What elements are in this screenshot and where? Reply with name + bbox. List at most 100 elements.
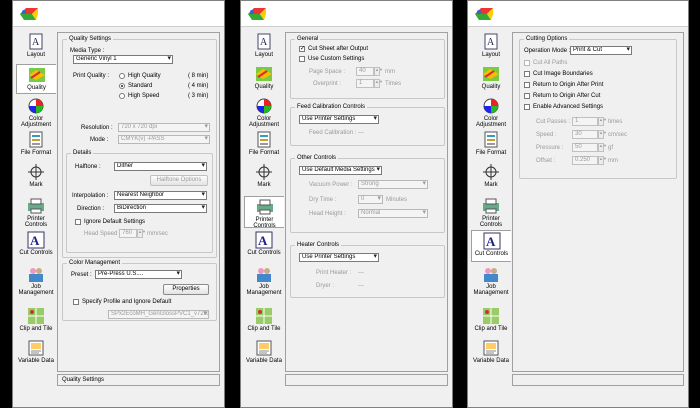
- halftone-options-button[interactable]: Halftone Options: [150, 175, 208, 186]
- color-adjustment-icon: [28, 98, 44, 114]
- pressure-spinner[interactable]: ▲▼: [598, 143, 607, 152]
- media-type-dropdown[interactable]: Generic Vinyl 1: [73, 55, 173, 64]
- dryer-label: Dryer :: [316, 283, 334, 289]
- sidebar-item-cut-controls[interactable]: A Cut Controls: [16, 230, 56, 260]
- sidebar-item-printer-controls[interactable]: Printer Controls: [244, 196, 284, 229]
- sidebar-item-job-management[interactable]: Job Management: [244, 264, 284, 296]
- head-speed-input[interactable]: 760: [119, 229, 137, 238]
- sidebar-label: File Format: [20, 150, 52, 156]
- sidebar-item-mark[interactable]: Mark: [471, 162, 511, 192]
- sidebar-item-layout[interactable]: A Layout: [471, 32, 511, 62]
- sidebar-item-job-management[interactable]: Job Management: [16, 264, 56, 296]
- checkbox-label: Enable Advanced Settings: [533, 104, 604, 110]
- cut-all-paths-checkbox[interactable]: [524, 60, 530, 66]
- head-speed-spinner[interactable]: ▲▼: [137, 229, 146, 238]
- interpolation-dropdown[interactable]: Nearest Neighbor: [114, 191, 207, 200]
- sidebar-item-color-adjustment[interactable]: Color Adjustment: [16, 96, 56, 128]
- overprint-input[interactable]: 1: [356, 79, 374, 88]
- enable-advanced-checkbox[interactable]: [524, 104, 530, 110]
- high-speed-radio[interactable]: [119, 93, 125, 99]
- mode-dropdown[interactable]: CMYK(v) -PASS: [118, 135, 210, 144]
- sidebar-item-variable-data[interactable]: Variable Data: [244, 338, 284, 368]
- printer-controls-icon: [256, 199, 273, 215]
- use-custom-checkbox[interactable]: [299, 56, 305, 62]
- offset-spinner[interactable]: ▲▼: [598, 156, 607, 165]
- checkbox-label: Specify Profile and Ignore Default: [82, 299, 172, 305]
- vacuum-power-label: Vacuum Power :: [309, 182, 353, 188]
- ignore-defaults-checkbox[interactable]: [75, 219, 81, 225]
- speed-input[interactable]: 30: [572, 130, 598, 139]
- heater-controls-dropdown[interactable]: Use Printer Settings: [299, 253, 379, 262]
- sidebar-item-cut-controls[interactable]: A Cut Controls: [244, 230, 284, 260]
- sidebar-item-variable-data[interactable]: Variable Data: [16, 338, 56, 368]
- sidebar-label: Quality: [481, 84, 501, 90]
- feed-calibration-dropdown[interactable]: Use Printer Settings: [299, 115, 379, 124]
- color-adjustment-icon: [256, 98, 272, 114]
- sidebar-item-file-format[interactable]: File Format: [244, 130, 284, 160]
- other-controls-dropdown[interactable]: Use Default Media Settings: [299, 166, 382, 175]
- resolution-dropdown[interactable]: 720 x 720 dpi: [118, 123, 210, 132]
- sidebar-item-layout[interactable]: A Layout: [244, 32, 284, 62]
- sidebar-item-quality[interactable]: Quality: [471, 64, 511, 94]
- overprint-spinner[interactable]: ▲▼: [374, 79, 383, 88]
- sidebar-item-clip-and-tile[interactable]: Clip and Tile: [16, 306, 56, 336]
- properties-button[interactable]: Properties: [163, 284, 209, 295]
- other-controls-group: Other Controls Use Default Media Setting…: [290, 154, 445, 233]
- sidebar-item-layout[interactable]: A Layout: [16, 32, 56, 62]
- sidebar-label: Variable Data: [473, 358, 509, 364]
- app-logo-icon: [475, 8, 493, 20]
- high-quality-radio[interactable]: [119, 73, 125, 79]
- vacuum-power-dropdown[interactable]: Strong: [358, 180, 428, 189]
- return-after-print-checkbox[interactable]: [524, 82, 530, 88]
- direction-dropdown[interactable]: BiDirection: [114, 204, 207, 213]
- pressure-input[interactable]: 50: [572, 143, 598, 152]
- dry-time-dropdown[interactable]: 0: [358, 195, 383, 204]
- standard-radio[interactable]: [119, 83, 125, 89]
- print-heater-label: Print Heater :: [316, 270, 352, 276]
- return-after-cut-checkbox[interactable]: [524, 93, 530, 99]
- sidebar-item-quality[interactable]: Quality: [16, 64, 56, 94]
- profile-dropdown[interactable]: SPx2EcoMH_GenGlossPVC1_v720x720.icc: [108, 310, 209, 319]
- page-space-spinner[interactable]: ▲▼: [374, 67, 383, 76]
- sidebar-item-printer-controls[interactable]: Printer Controls: [16, 196, 56, 228]
- speed-spinner[interactable]: ▲▼: [598, 130, 607, 139]
- preset-dropdown[interactable]: Pre-Press U.S....: [95, 270, 182, 279]
- checkbox-label: Cut Sheet after Output: [308, 46, 369, 52]
- print-quality-label: Print Quality :: [73, 73, 110, 79]
- sidebar-item-clip-and-tile[interactable]: Clip and Tile: [471, 306, 511, 336]
- sidebar-item-color-adjustment[interactable]: Color Adjustment: [471, 96, 511, 128]
- sidebar-item-job-management[interactable]: Job Management: [471, 264, 511, 296]
- printer-controls-panel: A Layout Quality Color Adjustment File F…: [240, 0, 453, 408]
- operation-mode-dropdown[interactable]: Print & Cut: [570, 46, 632, 55]
- clip-and-tile-icon: [28, 308, 44, 324]
- details-group: Details Halftone : Dither Halftone Optio…: [66, 149, 213, 253]
- head-height-dropdown[interactable]: Normal: [358, 209, 428, 218]
- sidebar-item-printer-controls[interactable]: Printer Controls: [471, 196, 511, 228]
- sidebar-item-mark[interactable]: Mark: [16, 162, 56, 192]
- offset-input[interactable]: 0.250: [572, 156, 598, 165]
- file-format-icon: [484, 131, 498, 148]
- speed-label: Speed :: [536, 132, 557, 138]
- cut-image-boundaries-checkbox[interactable]: [524, 71, 530, 77]
- dry-time-label: Dry Time :: [309, 197, 337, 203]
- halftone-dropdown[interactable]: Dither: [114, 162, 207, 171]
- group-title: Other Controls: [295, 154, 339, 162]
- sidebar-item-mark[interactable]: Mark: [244, 162, 284, 192]
- mark-icon: [28, 164, 44, 180]
- sidebar-item-clip-and-tile[interactable]: Clip and Tile: [244, 306, 284, 336]
- sidebar-label: Cut Controls: [19, 250, 53, 256]
- sidebar-item-color-adjustment[interactable]: Color Adjustment: [244, 96, 284, 128]
- sidebar-item-quality[interactable]: Quality: [244, 64, 284, 94]
- cut-passes-spinner[interactable]: ▲▼: [598, 117, 607, 126]
- sidebar-item-file-format[interactable]: File Format: [16, 130, 56, 160]
- cut-passes-input[interactable]: 1: [572, 117, 598, 126]
- sidebar-item-variable-data[interactable]: Variable Data: [471, 338, 511, 368]
- sidebar-item-cut-controls[interactable]: A Cut Controls: [471, 230, 511, 262]
- quality-settings-group: Quality Settings Media Type : Generic Vi…: [62, 35, 217, 258]
- sidebar-item-file-format[interactable]: File Format: [471, 130, 511, 160]
- cut-sheet-checkbox[interactable]: ✓: [299, 46, 305, 52]
- page-space-input[interactable]: 40: [356, 67, 374, 76]
- sidebar-label: Job Management: [18, 284, 54, 296]
- cut-passes-label: Cut Passes :: [536, 119, 571, 125]
- specify-profile-checkbox[interactable]: [73, 299, 79, 305]
